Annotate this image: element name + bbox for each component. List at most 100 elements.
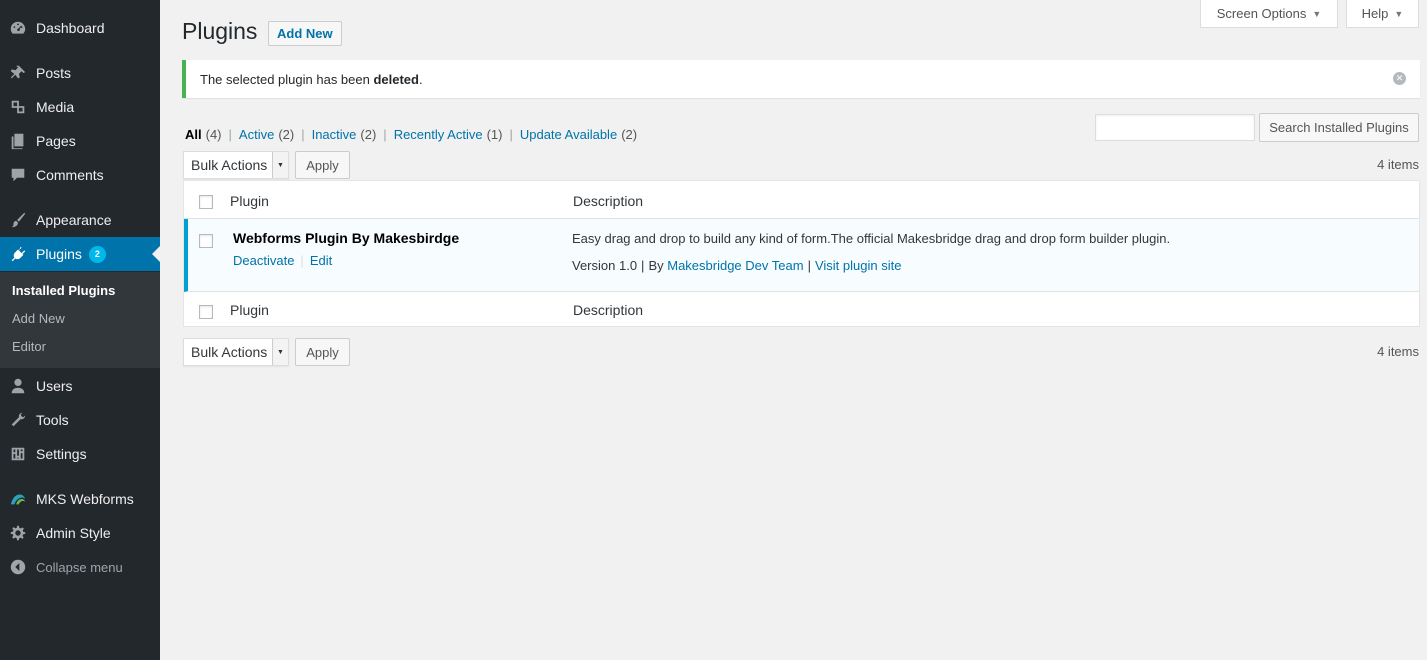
submenu-editor[interactable]: Editor	[0, 333, 160, 361]
plugin-by: By	[648, 258, 664, 273]
page-title: Plugins	[182, 18, 258, 44]
submenu-installed-plugins[interactable]: Installed Plugins	[0, 277, 160, 305]
sidebar-item-pages[interactable]: Pages	[0, 124, 160, 158]
sidebar-item-media[interactable]: Media	[0, 90, 160, 124]
apply-button-top[interactable]: Apply	[295, 151, 350, 179]
table-header-row: Plugin Description	[184, 181, 1419, 219]
sidebar-item-label: Dashboard	[36, 20, 105, 36]
column-header-description: Description	[573, 193, 644, 209]
select-all-checkbox[interactable]	[199, 195, 213, 209]
column-footer-description: Description	[573, 302, 644, 318]
collapse-menu-label: Collapse menu	[36, 559, 123, 575]
search-plugins-input[interactable]	[1095, 114, 1255, 141]
filter-count: (4)	[205, 127, 222, 142]
plugin-author-link[interactable]: Makesbridge Dev Team	[667, 258, 803, 273]
bulk-actions-select-top[interactable]: Bulk Actions ▼	[183, 151, 289, 179]
collapse-menu-button[interactable]: Collapse menu	[0, 550, 160, 584]
filter-all[interactable]: All	[185, 127, 202, 142]
bulk-actions-label: Bulk Actions	[191, 344, 268, 360]
filter-inactive[interactable]: Inactive	[312, 127, 357, 142]
pin-icon	[0, 56, 36, 90]
sidebar-item-mks-webforms[interactable]: MKS Webforms	[0, 482, 160, 516]
sidebar-item-appearance[interactable]: Appearance	[0, 203, 160, 237]
sidebar-item-users[interactable]: Users	[0, 369, 160, 403]
filter-count: (2)	[360, 127, 377, 142]
sidebar-item-label: MKS Webforms	[36, 491, 134, 507]
media-icon	[0, 90, 36, 124]
sidebar-item-comments[interactable]: Comments	[0, 158, 160, 192]
plugin-name: Webforms Plugin By Makesbirdge	[233, 230, 460, 246]
sidebar-item-tools[interactable]: Tools	[0, 403, 160, 437]
filter-active[interactable]: Active	[239, 127, 274, 142]
dashboard-icon	[0, 11, 36, 45]
mks-logo-icon	[0, 482, 36, 516]
plugin-meta: Version 1.0 | By Makesbridge Dev Team | Visi…	[572, 258, 901, 273]
collapse-arrow-icon	[0, 550, 36, 584]
plugin-description: Easy drag and drop to build any kind of …	[572, 231, 1171, 246]
sidebar-item-label: Admin Style	[36, 525, 111, 541]
sidebar-item-label: Users	[36, 378, 73, 394]
separator: |	[807, 258, 811, 273]
comment-icon	[0, 158, 36, 192]
add-new-button[interactable]: Add New	[268, 21, 342, 46]
apply-button-bottom[interactable]: Apply	[295, 338, 350, 366]
separator: |	[509, 127, 513, 142]
column-header-plugin: Plugin	[230, 193, 269, 209]
update-count-badge: 2	[88, 245, 106, 263]
chevron-down-icon: ▼	[272, 152, 288, 178]
column-footer-plugin: Plugin	[230, 302, 269, 318]
current-menu-arrow	[152, 246, 160, 262]
success-notice: The selected plugin has been deleted. ✕	[182, 60, 1420, 98]
wrench-icon	[0, 403, 36, 437]
plugin-status-filters: All (4) | Active (2) | Inactive (2) | Recen…	[185, 127, 637, 142]
submenu-add-new[interactable]: Add New	[0, 305, 160, 333]
pages-icon	[0, 124, 36, 158]
sidebar-item-label: Pages	[36, 133, 76, 149]
sidebar-item-dashboard[interactable]: Dashboard	[0, 11, 160, 45]
sidebar-item-label: Settings	[36, 446, 87, 462]
table-footer-row: Plugin Description	[184, 292, 1419, 328]
sidebar-item-settings[interactable]: Settings	[0, 437, 160, 471]
items-count-bottom: 4 items	[1377, 344, 1419, 359]
screen-options-label: Screen Options	[1216, 6, 1307, 21]
sidebar-item-label: Plugins	[36, 246, 82, 262]
plugin-row-actions: Deactivate | Edit	[233, 253, 332, 268]
caret-down-icon: ▼	[1312, 8, 1322, 19]
sidebar-item-label: Appearance	[36, 212, 112, 228]
separator: |	[641, 258, 645, 273]
filter-recently-active[interactable]: Recently Active	[394, 127, 483, 142]
dismiss-icon[interactable]: ✕	[1393, 72, 1406, 85]
plugin-row-checkbox[interactable]	[199, 234, 213, 248]
filter-count: (1)	[486, 127, 503, 142]
visit-plugin-site-link[interactable]: Visit plugin site	[815, 258, 901, 273]
sidebar-item-plugins[interactable]: Plugins 2	[0, 237, 160, 271]
filter-count: (2)	[278, 127, 295, 142]
help-label: Help	[1361, 6, 1389, 21]
select-all-checkbox-footer[interactable]	[199, 305, 213, 319]
chevron-down-icon: ▼	[272, 339, 288, 365]
admin-sidebar: Dashboard Posts Media Pages Comments App…	[0, 0, 160, 660]
separator: |	[300, 253, 304, 268]
sidebar-item-label: Tools	[36, 412, 69, 428]
filter-update-available[interactable]: Update Available	[520, 127, 617, 142]
help-button[interactable]: Help ▼	[1346, 0, 1419, 28]
edit-link[interactable]: Edit	[310, 253, 332, 268]
filter-count: (2)	[621, 127, 638, 142]
sidebar-item-label: Comments	[36, 167, 104, 183]
brush-icon	[0, 203, 36, 237]
sidebar-item-posts[interactable]: Posts	[0, 56, 160, 90]
gear-icon	[0, 516, 36, 550]
bulk-actions-label: Bulk Actions	[191, 157, 268, 173]
separator: |	[301, 127, 305, 142]
plugin-version: Version 1.0	[572, 258, 638, 273]
deactivate-link[interactable]: Deactivate	[233, 253, 294, 268]
separator: |	[383, 127, 387, 142]
sidebar-item-label: Posts	[36, 65, 72, 81]
screen-options-button[interactable]: Screen Options ▼	[1200, 0, 1338, 28]
plugin-icon	[0, 237, 36, 271]
user-icon	[0, 369, 36, 403]
sidebar-item-admin-style[interactable]: Admin Style	[0, 516, 160, 550]
bulk-actions-select-bottom[interactable]: Bulk Actions ▼	[183, 338, 289, 366]
search-plugins-button[interactable]: Search Installed Plugins	[1259, 113, 1419, 142]
settings-icon	[0, 437, 36, 471]
